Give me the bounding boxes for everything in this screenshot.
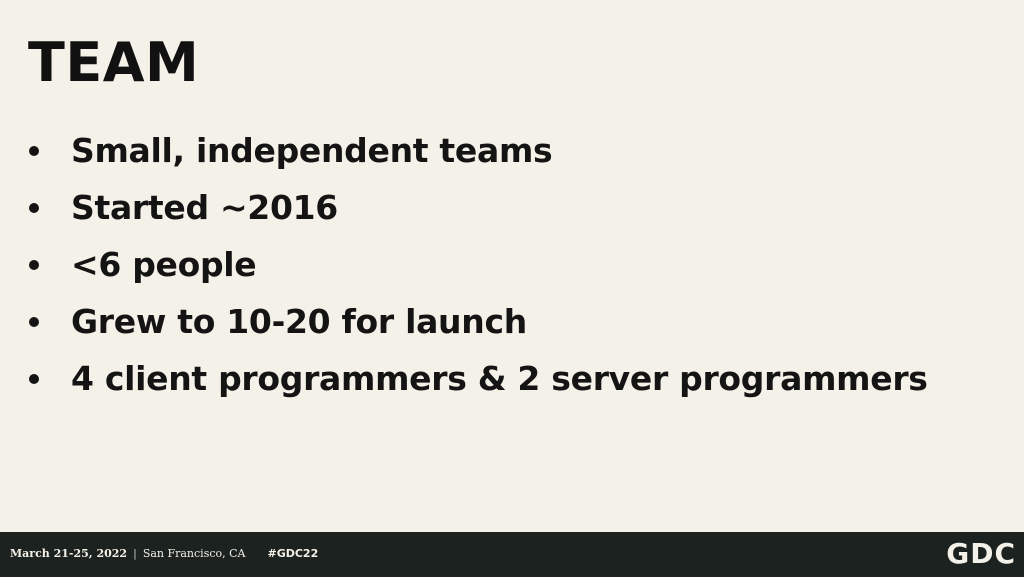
- bullet-text: 4 client programmers & 2 server programm…: [71, 359, 928, 398]
- bullet-item: Started ~2016: [28, 179, 928, 236]
- bullet-item: Small, independent teams: [28, 122, 928, 179]
- bullet-item: <6 people: [28, 236, 928, 293]
- bullet-dot-icon: [29, 373, 39, 384]
- bullet-dot-icon: [29, 259, 39, 270]
- event-location: San Francisco, CA: [142, 547, 246, 560]
- gdc-logo: GDC: [946, 537, 1016, 570]
- bullet-text: Started ~2016: [71, 188, 338, 227]
- bullet-item: 4 client programmers & 2 server programm…: [28, 350, 928, 407]
- event-dates: March 21-25, 2022: [10, 547, 128, 560]
- bullet-dot-icon: [29, 202, 39, 213]
- bullet-item: Grew to 10-20 for launch: [28, 293, 928, 350]
- event-hashtag: #GDC22: [267, 547, 319, 560]
- footer-info: March 21-25, 2022 | San Francisco, CA #G…: [10, 546, 318, 562]
- bullet-dot-icon: [29, 145, 39, 156]
- slide: TEAM Small, independent teams Started ~2…: [0, 0, 1024, 532]
- bullet-text: Grew to 10-20 for launch: [71, 302, 527, 341]
- bullet-text: Small, independent teams: [71, 131, 553, 170]
- bullet-list: Small, independent teams Started ~2016 <…: [28, 122, 928, 407]
- slide-title: TEAM: [28, 31, 200, 94]
- bullet-dot-icon: [29, 316, 39, 327]
- footer-bar: March 21-25, 2022 | San Francisco, CA #G…: [0, 532, 1024, 577]
- bullet-text: <6 people: [71, 245, 257, 284]
- footer-separator: |: [133, 547, 137, 560]
